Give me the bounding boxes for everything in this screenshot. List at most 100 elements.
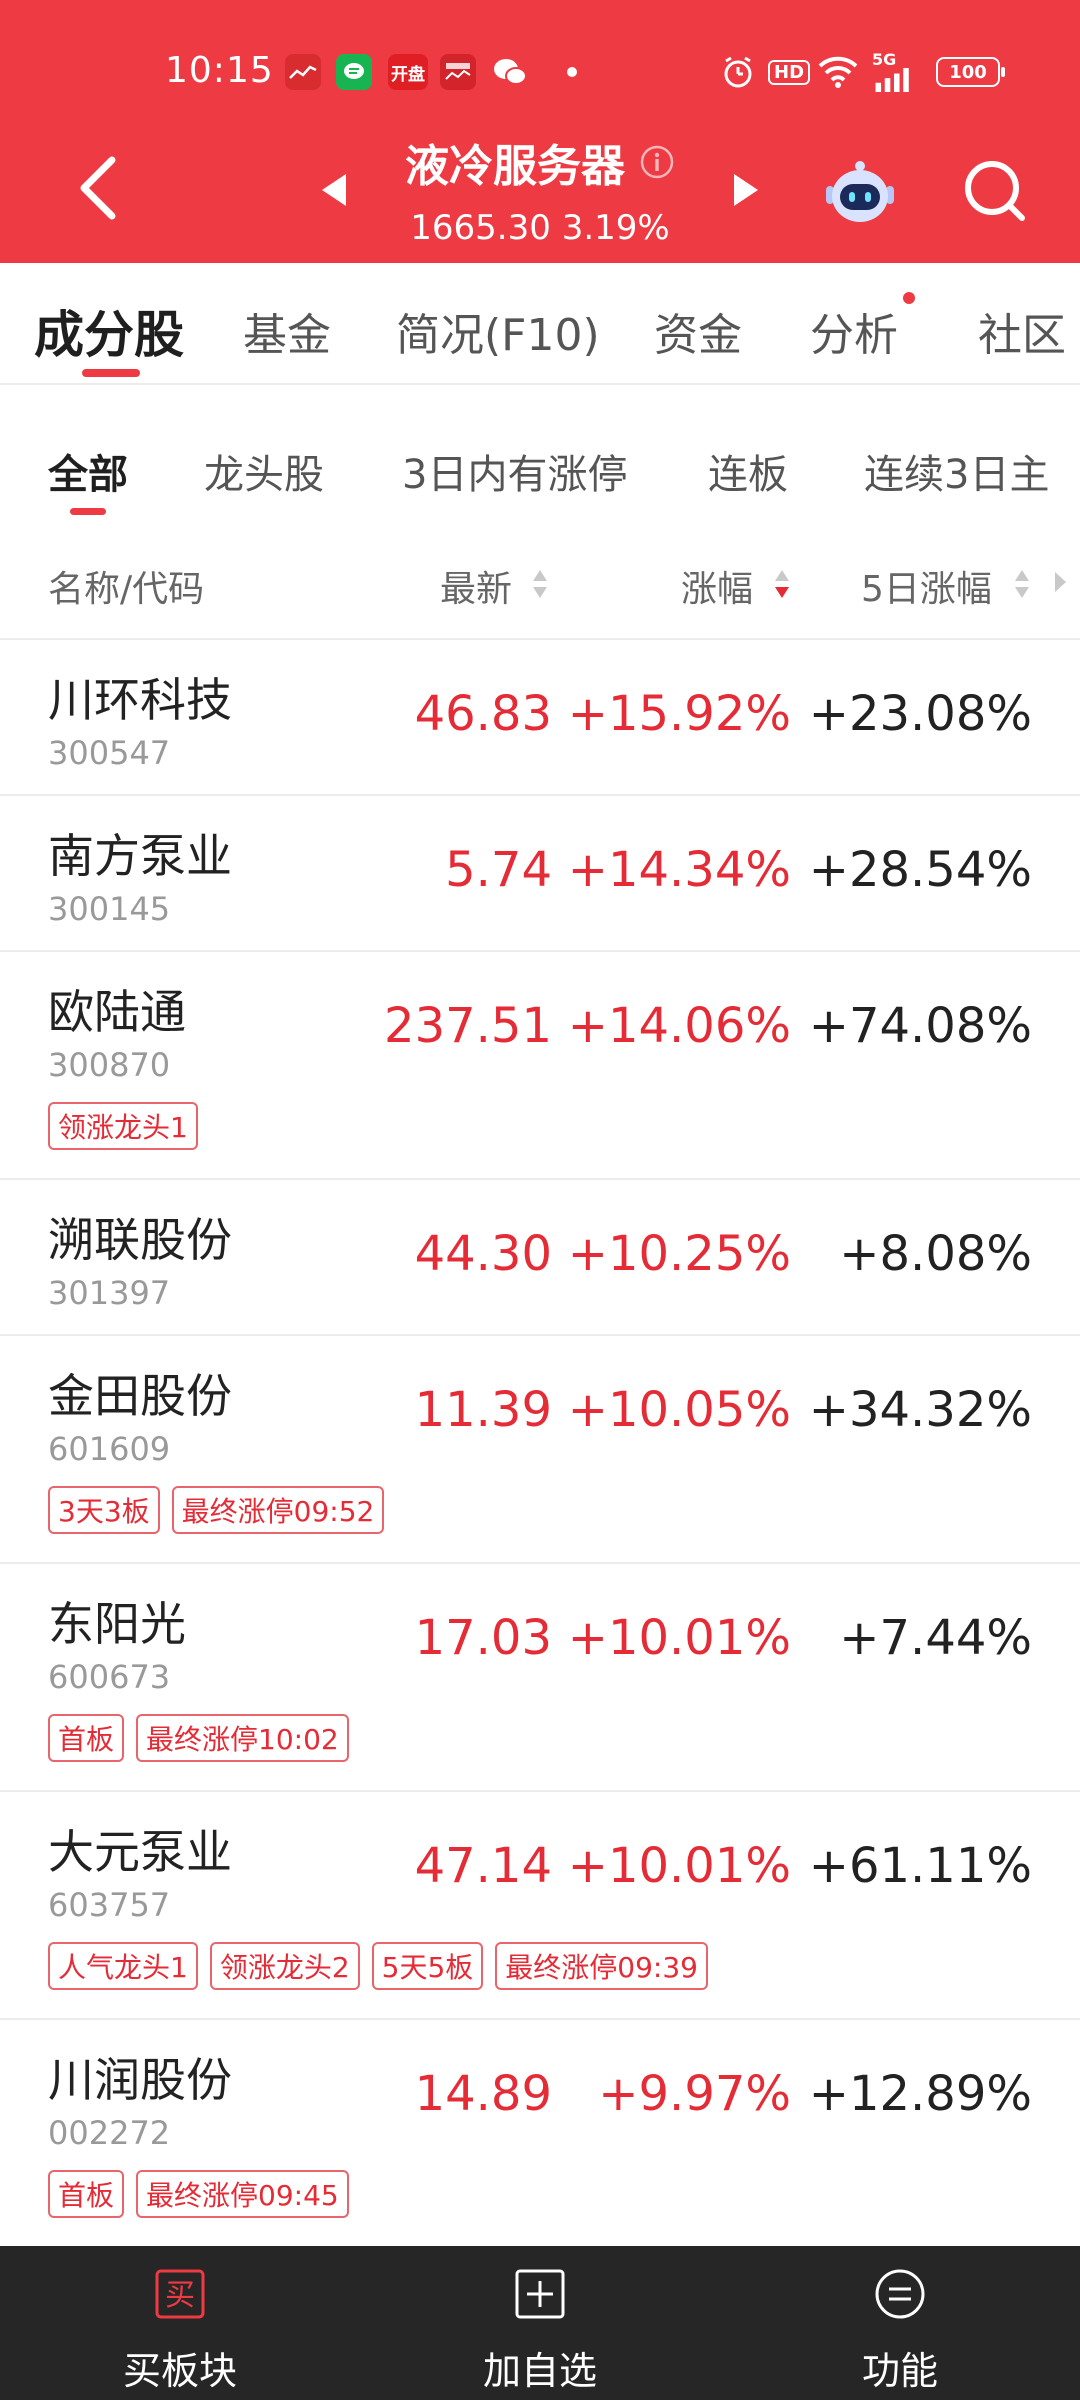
buy-icon-text: 买: [165, 2278, 195, 2313]
filter-consecutive-boards[interactable]: 连板: [708, 442, 788, 500]
stock-row[interactable]: 南方泵业 300145 5.74 +14.34% +28.54%: [0, 796, 1080, 952]
stock-row[interactable]: 大元泵业 603757 47.14 +10.01% +61.11% 人气龙头1 …: [0, 1792, 1080, 2020]
stock-change-5d: +8.08%: [839, 1226, 1032, 1282]
tab-capital[interactable]: 资金: [654, 299, 742, 363]
back-button[interactable]: [68, 148, 128, 228]
signal-5g-icon: 5G: [872, 52, 916, 92]
stock-name: 大元泵业: [48, 1825, 232, 1879]
filter-all[interactable]: 全部: [48, 442, 128, 500]
column-name-code: 名称/代码: [48, 569, 205, 610]
stock-change: +10.25%: [567, 1226, 791, 1282]
wechat-icon: [492, 54, 528, 90]
hd-icon: HD: [768, 52, 811, 92]
add-watchlist-label: 加自选: [482, 2349, 597, 2393]
stock-tags: 首板 最终涨停09:45: [48, 2170, 349, 2218]
stock-tag: 首板: [48, 2170, 125, 2218]
bottom-action-bar: 买 买板块 加自选 功能: [0, 2246, 1080, 2400]
stock-tag: 最终涨停10:02: [136, 1714, 349, 1762]
tab-funds[interactable]: 基金: [243, 299, 331, 363]
page-title: 液冷服务器: [405, 141, 625, 192]
stock-change: +9.97%: [598, 2066, 791, 2122]
buy-sector-button[interactable]: 买 买板块: [0, 2246, 360, 2400]
tab-analysis[interactable]: 分析: [810, 299, 898, 363]
robot-icon: [826, 161, 894, 222]
sector-index-summary: 1665.30 3.19%: [360, 208, 720, 248]
next-sector-button[interactable]: [728, 170, 764, 210]
battery-icon: 100: [936, 52, 1005, 92]
filter-limit-up-3d[interactable]: 3日内有涨停: [402, 442, 627, 500]
search-icon: [965, 161, 1025, 221]
stock-code: 603757: [48, 1886, 171, 1924]
stock-change: +10.01%: [567, 1838, 791, 1894]
stock-name: 南方泵业: [48, 829, 232, 883]
stock-change: +15.92%: [567, 686, 791, 742]
stock-change-5d: +23.08%: [808, 686, 1032, 742]
sort-neutral-icon[interactable]: [1012, 566, 1032, 602]
stock-change: +10.05%: [567, 1382, 791, 1438]
active-filter-indicator: [70, 508, 106, 515]
triangle-left-icon: [322, 174, 346, 206]
filter-tab-bar: 全部 龙头股 3日内有涨停 连板 连续3日主: [0, 420, 1080, 530]
column-latest[interactable]: 最新: [440, 560, 512, 612]
sort-descending-icon[interactable]: [772, 566, 792, 602]
stock-code: 002272: [48, 2114, 171, 2152]
filter-consecutive-3d[interactable]: 连续3日主: [864, 442, 1049, 500]
stock-row[interactable]: 川润股份 002272 14.89 +9.97% +12.89% 首板 最终涨停…: [0, 2020, 1080, 2246]
sort-neutral-icon[interactable]: [530, 566, 550, 602]
sector-title: 液冷服务器: [360, 130, 720, 194]
more-notifications-dot-icon: [554, 54, 590, 90]
info-icon[interactable]: [639, 144, 675, 180]
functions-label: 功能: [861, 2349, 938, 2393]
plus-box-icon: [515, 2269, 565, 2319]
stock-row[interactable]: 欧陆通 300870 237.51 +14.06% +74.08% 领涨龙头1: [0, 952, 1080, 1180]
stock-row[interactable]: 溯联股份 301397 44.30 +10.25% +8.08%: [0, 1180, 1080, 1336]
status-time: 10:15: [165, 50, 274, 91]
assistant-robot-button[interactable]: [820, 156, 900, 228]
stock-row[interactable]: 川环科技 300547 46.83 +15.92% +23.08%: [0, 640, 1080, 796]
stock-code: 300145: [48, 890, 171, 928]
stock-change-5d: +12.89%: [808, 2066, 1032, 2122]
message-app-icon: [336, 54, 372, 90]
active-tab-indicator: [82, 369, 140, 377]
column-change-5d[interactable]: 5日涨幅: [861, 560, 992, 612]
stock-name: 川环科技: [48, 673, 232, 727]
stock-name: 溯联股份: [48, 1213, 232, 1267]
stock-change: +10.01%: [567, 1610, 791, 1666]
tab-community[interactable]: 社区: [978, 299, 1066, 363]
wifi-icon: [816, 52, 860, 92]
filter-leaders[interactable]: 龙头股: [204, 442, 324, 500]
previous-sector-button[interactable]: [316, 170, 352, 210]
scroll-columns-right-icon[interactable]: [1052, 570, 1068, 594]
tab-f10-overview[interactable]: 简况(F10): [396, 299, 600, 363]
stock-app-notification-icon: [285, 54, 321, 90]
analysis-badge-dot: [903, 292, 915, 304]
stock-row[interactable]: 金田股份 601609 11.39 +10.05% +34.32% 3天3板 最…: [0, 1336, 1080, 1564]
functions-button[interactable]: 功能: [720, 2246, 1080, 2400]
table-header: 名称/代码 最新 涨幅 5日涨幅: [0, 540, 1080, 640]
stock-latest-price: 11.39: [414, 1382, 552, 1438]
stock-tags: 首板 最终涨停10:02: [48, 1714, 349, 1762]
triangle-right-icon: [734, 174, 758, 206]
add-watchlist-button[interactable]: 加自选: [360, 2246, 720, 2400]
stock-name: 金田股份: [48, 1369, 232, 1423]
stock-code: 600673: [48, 1658, 171, 1696]
stock-name: 欧陆通: [48, 985, 186, 1039]
stock-change-5d: +61.11%: [808, 1838, 1032, 1894]
stock-row[interactable]: 东阳光 600673 17.03 +10.01% +7.44% 首板 最终涨停1…: [0, 1564, 1080, 1792]
tab-constituents[interactable]: 成分股: [34, 295, 184, 367]
stock-change: +14.34%: [567, 842, 791, 898]
search-button[interactable]: [960, 156, 1030, 226]
stock-code: 301397: [48, 1274, 171, 1312]
stock-tag: 首板: [48, 1714, 125, 1762]
stock-code: 601609: [48, 1430, 171, 1468]
stock-change: +14.06%: [567, 998, 791, 1054]
stock-latest-price: 14.89: [414, 2066, 552, 2122]
column-change[interactable]: 涨幅: [681, 560, 753, 612]
stock-latest-price: 47.14: [414, 1838, 552, 1894]
stock-tag: 最终涨停09:39: [495, 1942, 708, 1990]
stock-code: 300870: [48, 1046, 171, 1084]
stock-tag: 5天5板: [371, 1942, 484, 1990]
index-change: 3.19%: [561, 208, 670, 248]
alarm-icon: [720, 52, 756, 92]
stock-code: 300547: [48, 734, 171, 772]
